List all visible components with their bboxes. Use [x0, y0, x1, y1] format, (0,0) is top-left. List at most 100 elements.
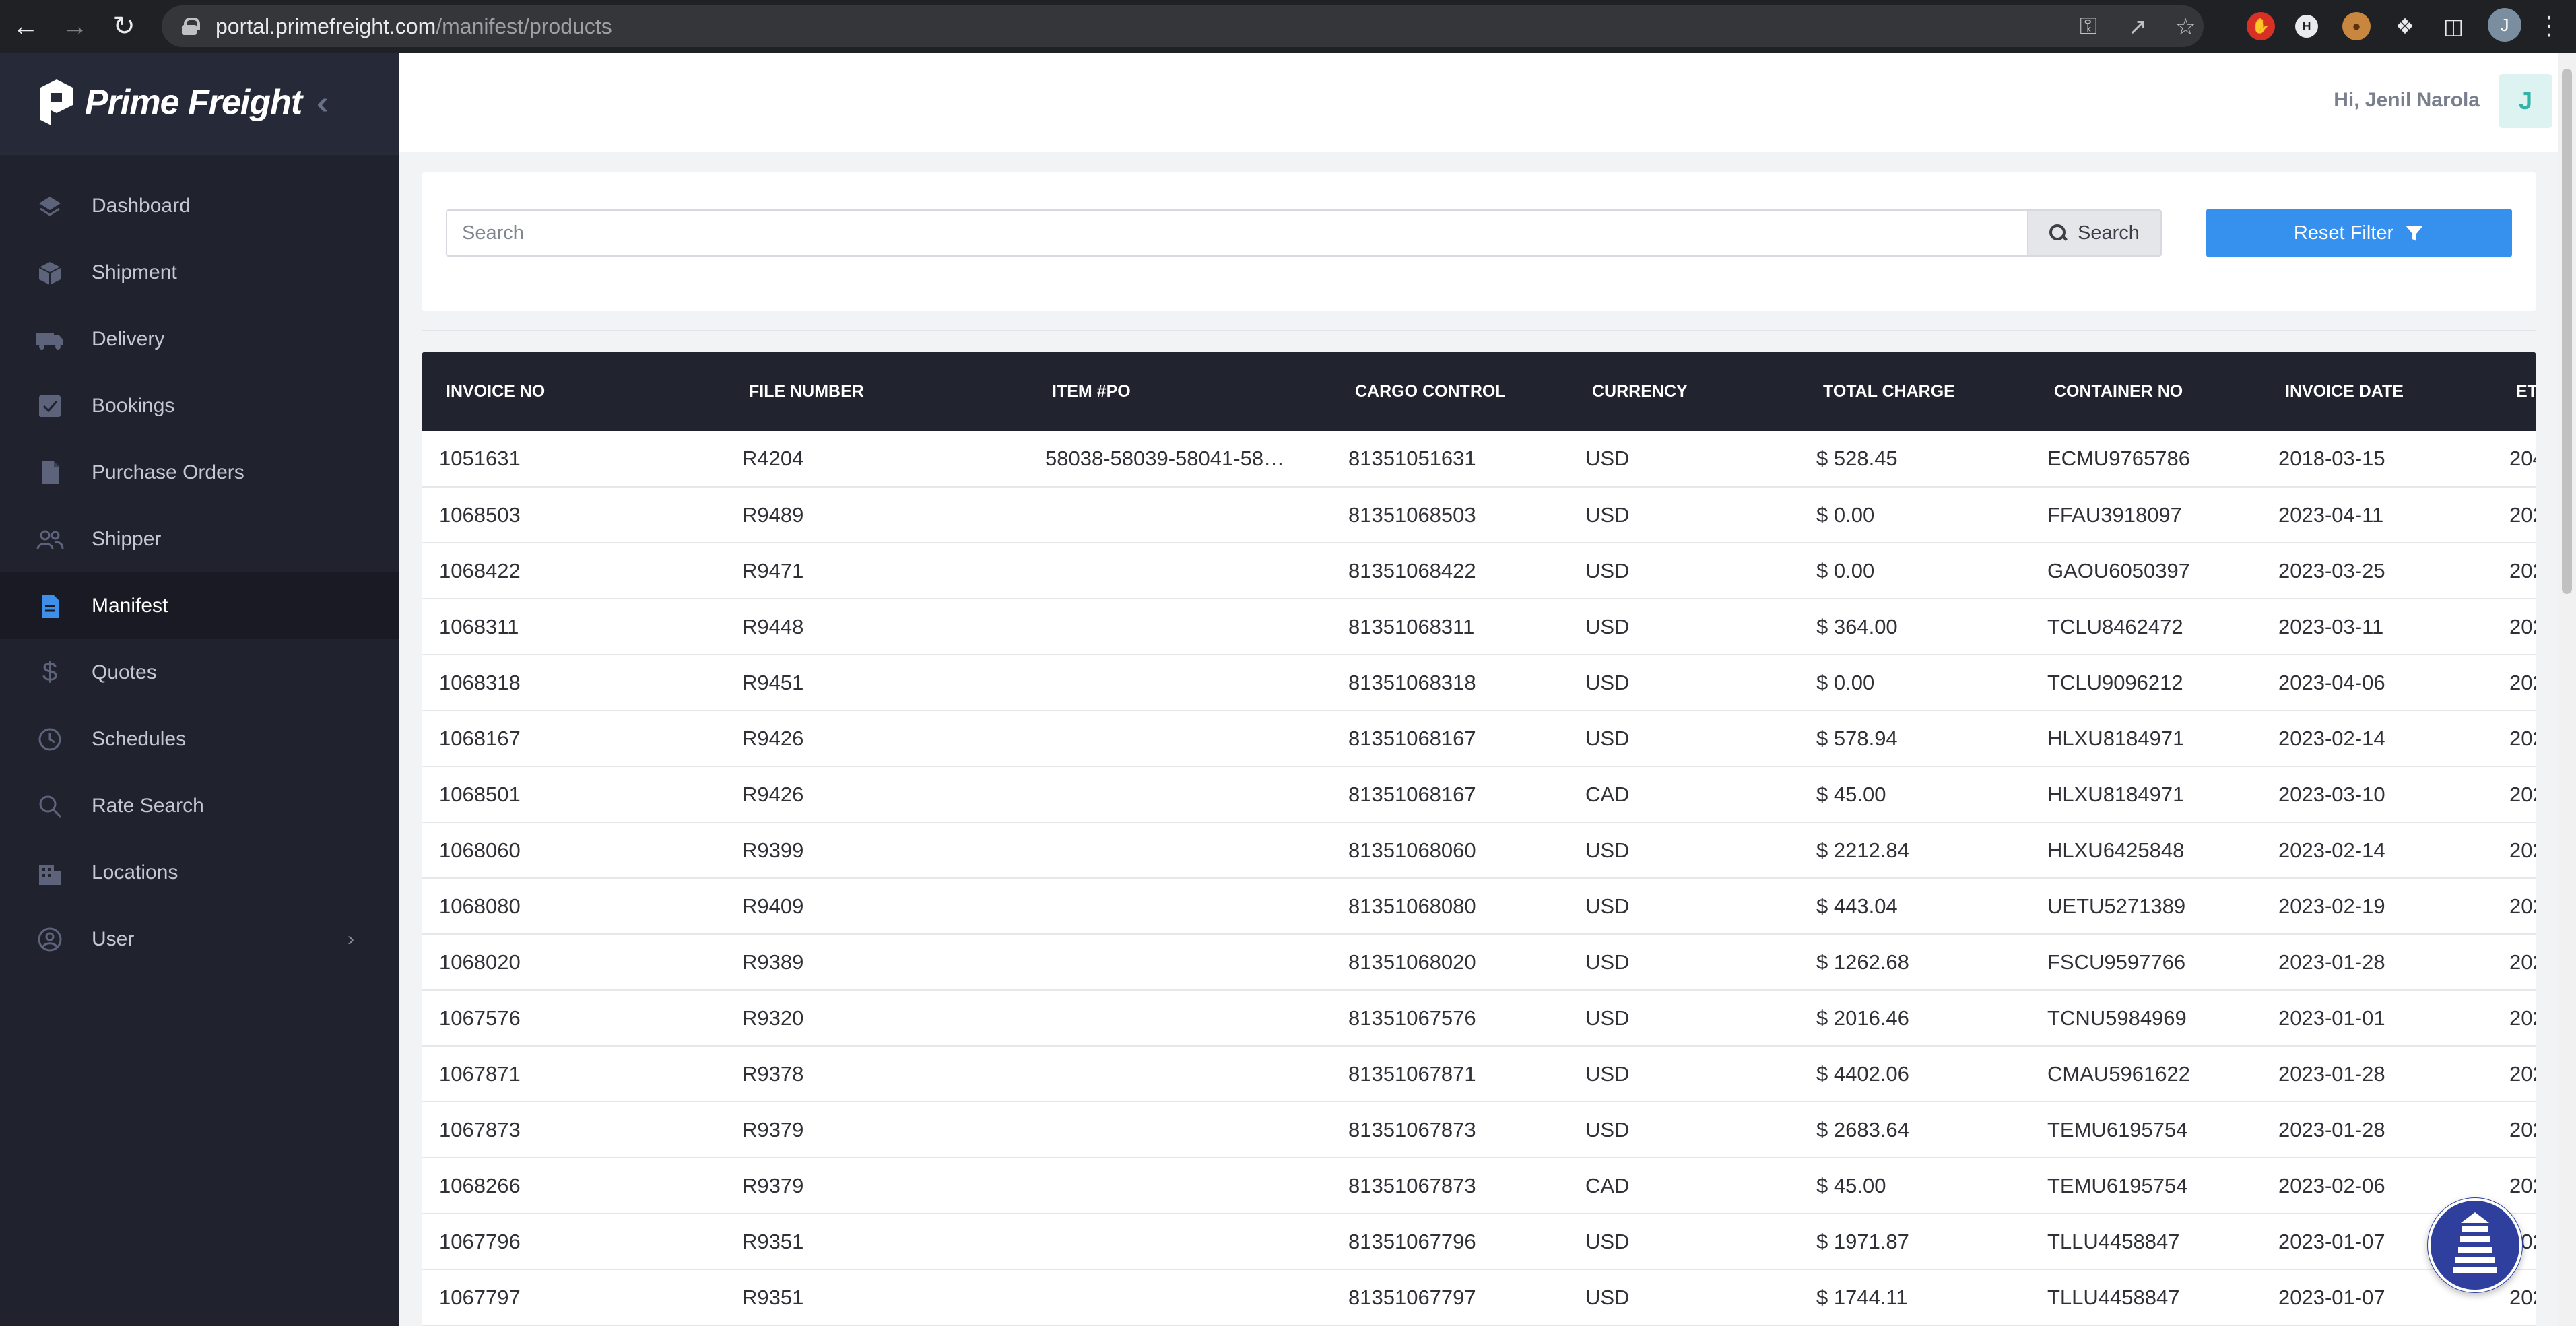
table-row[interactable]: 1068501 R9426 81351068167 CAD $ 45.00 HLXU818… — [422, 766, 2536, 822]
reset-filter-button[interactable]: Reset Filter — [2206, 209, 2512, 257]
table-cell: TEMU6195754 — [2047, 1117, 2188, 1141]
sidebar-item-purchase-orders[interactable]: Purchase Orders — [0, 439, 399, 506]
table-cell: $ 45.00 — [1816, 782, 1886, 806]
forward-icon[interactable]: → — [51, 3, 98, 50]
table-header-row: INVOICE NO FILE NUMBER ITEM #PO CARGO CONTR… — [422, 352, 2536, 431]
table-cell — [1028, 543, 1331, 599]
column-header[interactable]: INVOICE NO — [422, 352, 725, 431]
brand[interactable]: Prime Freight ‹‹ — [0, 53, 399, 152]
search-icon — [2049, 224, 2067, 242]
sidebar-item-user[interactable]: User › — [0, 906, 399, 972]
back-icon[interactable]: ← — [2, 3, 49, 50]
table-cell: $ 0.00 — [1816, 670, 1875, 694]
column-header[interactable]: CARGO CONTROL — [1331, 352, 1568, 431]
table-cell — [1028, 934, 1331, 990]
extension-h-icon[interactable]: H — [2295, 15, 2318, 38]
table-cell: USD — [1585, 950, 1630, 974]
table-cell: USD — [1585, 614, 1630, 638]
table-cell: FSCU9597766 — [2047, 950, 2186, 974]
table-row[interactable]: 1068080 R9409 81351068080 USD $ 443.04 UETU52… — [422, 878, 2536, 934]
table-row[interactable]: 1068422 R9471 81351068422 USD $ 0.00 GAOU6050… — [422, 543, 2536, 599]
sidebar-item-schedules[interactable]: Schedules — [0, 706, 399, 772]
table-cell: $ 443.04 — [1816, 894, 1898, 918]
table-cell: 81351068060 — [1348, 838, 1476, 862]
table-cell: FFAU3918097 — [2047, 502, 2182, 527]
table-row[interactable]: 1068060 R9399 81351068060 USD $ 2212.84 HLXU6… — [422, 822, 2536, 878]
scrollbar-thumb[interactable] — [2562, 69, 2572, 594]
table-row[interactable]: 1067797 R9351 81351067797 USD $ 1744.11 TLLU4… — [422, 1269, 2536, 1325]
extensions-puzzle-icon[interactable]: ❖ — [2391, 12, 2419, 40]
table-cell: R9451 — [742, 670, 804, 694]
sidebar-item-dashboard[interactable]: Dashboard — [0, 172, 399, 239]
address-bar[interactable]: portal.primefreight.com/manifest/product… — [162, 5, 2204, 47]
table-row[interactable]: 1067871 R9378 81351067871 USD $ 4402.06 CMAU5… — [422, 1046, 2536, 1102]
section-divider — [422, 330, 2536, 331]
page-scrollbar[interactable] — [2558, 53, 2576, 1326]
user-avatar[interactable]: J — [2499, 74, 2552, 128]
column-header[interactable]: ETD — [2492, 352, 2536, 431]
table-cell: R9351 — [742, 1229, 804, 1253]
table-cell: $ 578.94 — [1816, 726, 1898, 750]
table-row[interactable]: 1051631 R4204 58038-58039-58041-58… 8135105… — [422, 431, 2536, 487]
table-row[interactable]: 1068318 R9451 81351068318 USD $ 0.00 TCLU9096… — [422, 655, 2536, 710]
sidebar-item-manifest[interactable]: Manifest — [0, 572, 399, 639]
sidebar-item-shipper[interactable]: Shipper — [0, 506, 399, 572]
table-cell: 2023-02-14 — [2278, 838, 2385, 862]
table-cell: USD — [1585, 894, 1630, 918]
share-icon[interactable]: ↗ — [2128, 13, 2148, 40]
sidebar-item-shipment[interactable]: Shipment — [0, 239, 399, 306]
table-row[interactable]: 1068266 R9379 81351067873 CAD $ 45.00 TEMU619… — [422, 1158, 2536, 1214]
extension-cookie-icon[interactable]: ● — [2342, 12, 2371, 40]
table-row[interactable]: 1068020 R9389 81351068020 USD $ 1262.68 FSCU9… — [422, 934, 2536, 990]
table-row[interactable]: 1067796 R9351 81351067796 USD $ 1971.87 TLLU4… — [422, 1214, 2536, 1269]
table-cell — [1028, 599, 1331, 655]
table-row[interactable]: 1068503 R9489 81351068503 USD $ 0.00 FFAU3918… — [422, 487, 2536, 543]
column-header[interactable]: CURRENCY — [1568, 352, 1799, 431]
table-row[interactable]: 1067576 R9320 81351067576 USD $ 2016.46 TCNU5… — [422, 990, 2536, 1046]
table-cell — [1028, 1269, 1331, 1325]
document-icon — [35, 458, 65, 488]
sidebar-menu: Dashboard Shipment Delivery Bookings Pur… — [0, 155, 399, 1326]
key-icon[interactable]: ⚿ — [2080, 13, 2097, 40]
side-panel-icon[interactable]: ◫ — [2439, 12, 2468, 40]
table-cell: 1067797 — [439, 1285, 521, 1309]
table-row[interactable]: 1068167 R9426 81351068167 USD $ 578.94 HLXU81… — [422, 710, 2536, 766]
search-input[interactable] — [446, 209, 2028, 257]
table-row[interactable]: 1068311 R9448 81351068311 USD $ 364.00 TCLU84… — [422, 599, 2536, 655]
sidebar-item-bookings[interactable]: Bookings — [0, 372, 399, 439]
star-icon[interactable]: ☆ — [2175, 13, 2195, 40]
lighthouse-icon — [2428, 1198, 2522, 1292]
chat-widget-button[interactable] — [2427, 1197, 2523, 1293]
search-button[interactable]: Search — [2027, 209, 2162, 257]
sidebar-item-locations[interactable]: Locations — [0, 839, 399, 906]
brand-name: Prime Freight — [85, 83, 302, 122]
profile-avatar[interactable]: J — [2488, 8, 2521, 42]
extension-stop-icon[interactable]: ✋ — [2247, 12, 2275, 40]
sidebar-item-label: Locations — [92, 861, 178, 884]
table-cell: R9448 — [742, 614, 804, 638]
table-cell: 1068311 — [439, 614, 519, 638]
user-circle-icon — [35, 925, 65, 954]
table-row[interactable]: 1067873 R9379 81351067873 USD $ 2683.64 TEMU6… — [422, 1102, 2536, 1158]
table-cell: 2023-02-14 — [2278, 726, 2385, 750]
manifest-table-container: INVOICE NO FILE NUMBER ITEM #PO CARGO CONTR… — [422, 352, 2536, 1326]
collapse-sidebar-icon[interactable]: ‹‹ — [317, 85, 329, 122]
table-cell: 202 — [2509, 894, 2536, 918]
table-cell: 202 — [2509, 1061, 2536, 1086]
sidebar-item-quotes[interactable]: $ Quotes — [0, 639, 399, 706]
table-cell: 1068020 — [439, 950, 521, 974]
chrome-menu-icon[interactable]: ⋮ — [2536, 11, 2562, 41]
column-header[interactable]: CONTAINER NO — [2030, 352, 2261, 431]
column-header[interactable]: ITEM #PO — [1028, 352, 1331, 431]
sidebar-item-delivery[interactable]: Delivery — [0, 306, 399, 372]
reload-icon[interactable]: ↻ — [100, 3, 147, 50]
table-cell: 81351068422 — [1348, 558, 1476, 583]
sidebar-item-rate-search[interactable]: Rate Search — [0, 772, 399, 839]
sidebar-item-label: User — [92, 927, 135, 950]
column-header[interactable]: FILE NUMBER — [725, 352, 1028, 431]
column-header[interactable]: INVOICE DATE — [2261, 352, 2492, 431]
column-header[interactable]: TOTAL CHARGE — [1799, 352, 2030, 431]
layers-icon — [35, 191, 65, 221]
table-cell: 2023-02-19 — [2278, 894, 2385, 918]
table-cell: 81351067796 — [1348, 1229, 1476, 1253]
